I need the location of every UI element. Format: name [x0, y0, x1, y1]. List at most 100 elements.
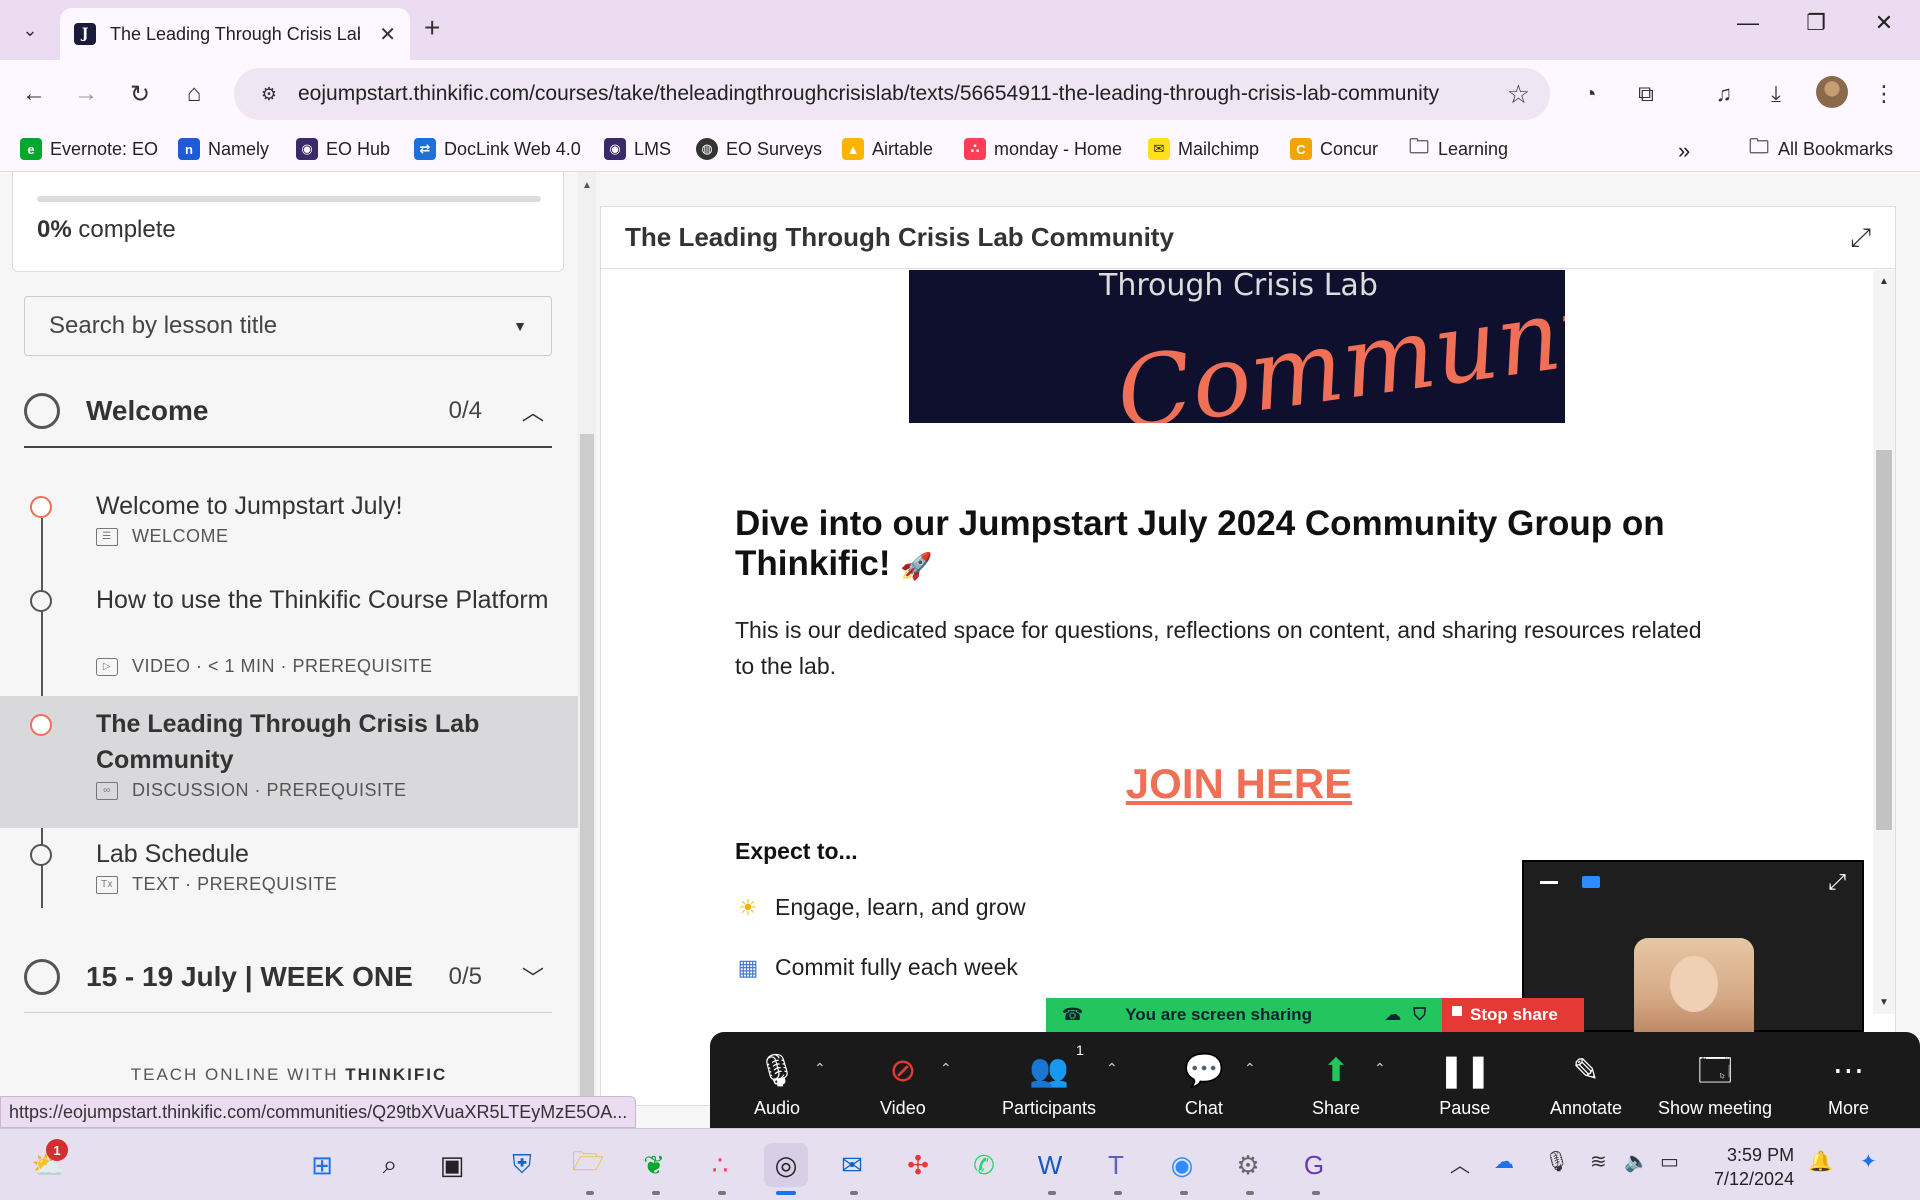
bookmark-mailchimp[interactable]: ✉ Mailchimp [1148, 138, 1259, 160]
battery-icon[interactable]: ▭ [1660, 1149, 1679, 1174]
sidebar-scrollbar[interactable]: ▲ [578, 172, 596, 1128]
new-tab-button[interactable]: + [424, 12, 440, 44]
thinkific-footer[interactable]: TEACH ONLINE WITH THINKIFIC [0, 1065, 578, 1085]
bookmark-doclink[interactable]: ⇄ DocLink Web 4.0 [414, 138, 581, 160]
outlook-icon[interactable]: ✉ [830, 1143, 874, 1187]
expand-video-icon[interactable]: ⤢ [1828, 869, 1846, 895]
system-clock[interactable]: 3:59 PM 7/12/2024 [1714, 1143, 1794, 1191]
zoom-icon[interactable]: ◉ [1160, 1143, 1204, 1187]
forward-button[interactable]: → [66, 74, 106, 114]
scroll-up-icon[interactable]: ▲ [582, 180, 592, 191]
evernote-icon[interactable]: ❦ [632, 1143, 676, 1187]
back-button[interactable]: ← [14, 74, 54, 114]
video-button[interactable]: ⊘ Video [880, 1050, 926, 1119]
chapter-week-one[interactable]: 15 - 19 July | WEEK ONE 0/5 ﹀ [24, 941, 552, 1013]
tab-search-button[interactable]: ⌄ [12, 14, 48, 46]
file-explorer-icon[interactable]: 🗁 [566, 1143, 610, 1187]
stop-share-button[interactable]: Stop share [1442, 998, 1584, 1032]
participants-button[interactable]: 👥 Participants [1002, 1050, 1096, 1119]
participants-options-chevron-icon[interactable]: ⌃ [1106, 1060, 1118, 1077]
content-scroll-thumb[interactable] [1876, 450, 1892, 830]
bookmark-star-icon[interactable]: ☆ [1507, 79, 1530, 110]
wifi-icon[interactable]: ≋ [1590, 1149, 1607, 1174]
security-shield-icon[interactable]: ⛨ [500, 1143, 544, 1187]
browser-tab-active[interactable]: J The Leading Through Crisis Lab ✕ [60, 8, 410, 60]
lesson-item-welcome[interactable]: Welcome to Jumpstart July! ☰ WELCOME [0, 476, 578, 572]
notification-bell-icon[interactable]: 🔔 [1808, 1149, 1833, 1174]
restore-window-button[interactable]: ❐ [1796, 10, 1836, 36]
downloads-icon[interactable]: ⤓ [1758, 76, 1794, 112]
bookmark-eo-surveys[interactable]: ◍ EO Surveys [696, 138, 822, 160]
lesson-item-thinkific-platform[interactable]: How to use the Thinkific Course Platform… [0, 572, 578, 704]
join-here-link[interactable]: JOIN HERE [601, 760, 1877, 808]
video-layout-icon[interactable] [1582, 876, 1600, 888]
bookmark-monday[interactable]: ∴ monday - Home [964, 138, 1122, 160]
lesson-header-title: The Leading Through Crisis Lab Community [625, 222, 1174, 252]
chevron-up-icon[interactable]: ︿ [522, 395, 544, 427]
content-scrollbar[interactable]: ▲ ▼ [1873, 270, 1895, 1014]
running-indicator [850, 1191, 858, 1195]
slack-icon[interactable]: ✣ [896, 1143, 940, 1187]
annotate-button[interactable]: ✎ Annotate [1550, 1050, 1622, 1119]
task-view-icon[interactable]: ▣ [430, 1143, 474, 1187]
extension-color-icon[interactable]: ◔ [1572, 76, 1608, 112]
home-button[interactable]: ⌂ [174, 74, 214, 114]
chat-options-chevron-icon[interactable]: ⌃ [1244, 1060, 1256, 1077]
share-button[interactable]: ⬆ Share [1312, 1050, 1360, 1119]
fullscreen-expand-icon[interactable]: ⤢ [1850, 222, 1871, 254]
media-controls-icon[interactable]: ♫ [1706, 76, 1742, 112]
share-options-chevron-icon[interactable]: ⌃ [1374, 1060, 1386, 1077]
pause-share-button[interactable]: ❚❚ Pause [1438, 1050, 1492, 1119]
settings-gear-icon[interactable]: ⚙ [1226, 1143, 1270, 1187]
minimize-video-icon[interactable] [1540, 880, 1558, 884]
app-g-icon[interactable]: G [1292, 1143, 1336, 1187]
lesson-item-lab-schedule[interactable]: Lab Schedule Tx TEXT · PREREQUISITE [0, 828, 578, 924]
bookmark-lms[interactable]: ◉ LMS [604, 138, 671, 160]
whatsapp-icon[interactable]: ✆ [962, 1143, 1006, 1187]
bookmark-learning-folder[interactable]: 🗀 Learning [1408, 136, 1508, 160]
scroll-down-icon[interactable]: ▼ [1879, 997, 1889, 1008]
show-meeting-button[interactable]: 🗔 Show meeting [1658, 1050, 1772, 1119]
onedrive-cloud-icon[interactable]: ☁ [1494, 1149, 1514, 1174]
windows-start-icon[interactable]: ⊞ [300, 1143, 344, 1187]
all-bookmarks-button[interactable]: 🗀 All Bookmarks [1748, 136, 1893, 160]
extensions-puzzle-icon[interactable]: ⧉ [1628, 76, 1664, 112]
teams-icon[interactable]: T [1094, 1143, 1138, 1187]
close-tab-icon[interactable]: ✕ [379, 22, 396, 47]
chapter-welcome[interactable]: Welcome 0/4 ︿ [24, 376, 552, 448]
minimize-window-button[interactable]: — [1728, 10, 1768, 36]
site-info-icon[interactable]: ⚙ [254, 79, 284, 109]
chrome-menu-icon[interactable]: ⋮ [1866, 76, 1902, 112]
bookmark-evernote[interactable]: e Evernote: EO [20, 138, 158, 160]
bookmark-eo-hub[interactable]: ◉ EO Hub [296, 138, 390, 160]
profile-avatar[interactable] [1816, 76, 1848, 108]
screen-sharing-banner[interactable]: ☎ You are screen sharing ☁ ⛉ [1046, 998, 1442, 1032]
copilot-icon[interactable]: ✦ [1860, 1149, 1877, 1174]
monday-icon[interactable]: ∴ [698, 1143, 742, 1187]
search-icon[interactable]: ⌕ [368, 1143, 412, 1187]
reload-button[interactable]: ↻ [120, 74, 160, 114]
show-hidden-icons-chevron-icon[interactable]: ︿ [1450, 1149, 1470, 1178]
scroll-up-icon[interactable]: ▲ [1879, 276, 1889, 287]
bookmark-namely[interactable]: n Namely [178, 138, 269, 160]
more-bookmarks-button[interactable]: » [1678, 138, 1690, 164]
lesson-meta: Tx TEXT · PREREQUISITE [96, 874, 337, 895]
audio-button[interactable]: 🎙 Audio [754, 1050, 800, 1119]
audio-options-chevron-icon[interactable]: ⌃ [814, 1060, 826, 1077]
video-options-chevron-icon[interactable]: ⌃ [940, 1060, 952, 1077]
chrome-icon[interactable]: ◎ [764, 1143, 808, 1187]
bookmark-concur[interactable]: C Concur [1290, 138, 1378, 160]
word-icon[interactable]: W [1028, 1143, 1072, 1187]
close-window-button[interactable]: ✕ [1864, 10, 1904, 36]
bookmark-airtable[interactable]: ▲ Airtable [842, 138, 933, 160]
volume-icon[interactable]: 🔈 [1624, 1149, 1649, 1174]
url-text[interactable]: eojumpstart.thinkific.com/courses/take/t… [298, 82, 1495, 106]
chevron-down-icon[interactable]: ﹀ [522, 961, 544, 993]
more-button[interactable]: ⋯ More [1828, 1050, 1869, 1119]
sidebar-scroll-thumb[interactable] [580, 434, 594, 1128]
address-bar[interactable]: ⚙ eojumpstart.thinkific.com/courses/take… [234, 68, 1550, 120]
lesson-item-community-active[interactable]: The Leading Through Crisis Lab Community… [0, 696, 578, 828]
chat-button[interactable]: 💬 Chat [1184, 1050, 1224, 1119]
lesson-search-dropdown[interactable]: Search by lesson title ▼ [24, 296, 552, 356]
microphone-tray-icon[interactable]: 🎙 [1544, 1149, 1569, 1174]
